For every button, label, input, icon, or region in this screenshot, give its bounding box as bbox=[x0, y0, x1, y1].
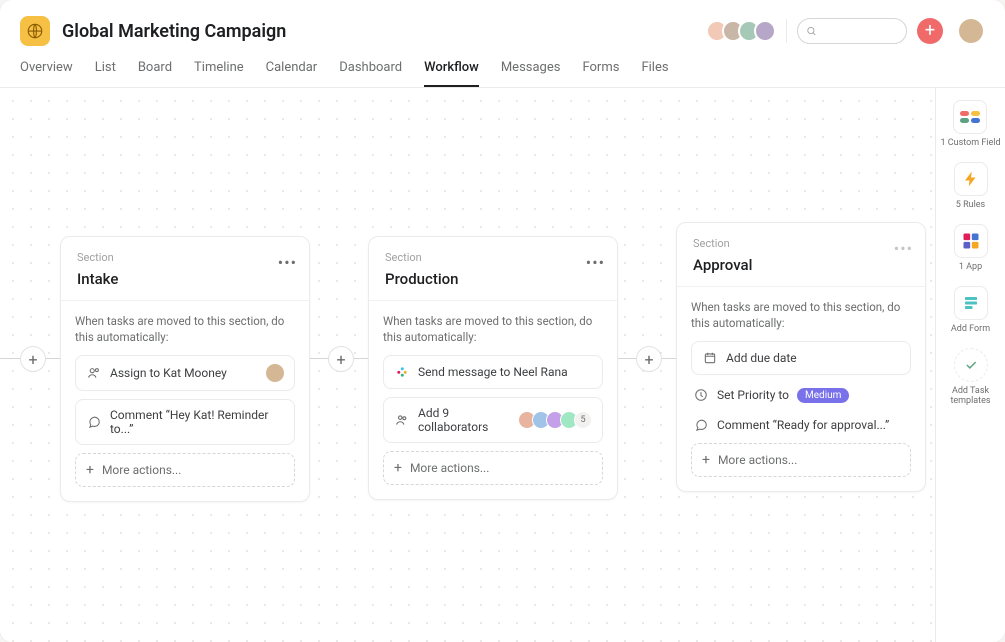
section-label: Section bbox=[693, 237, 909, 250]
sidebar-custom-field[interactable]: 1 Custom Field bbox=[940, 100, 1000, 148]
priority-icon bbox=[693, 387, 709, 403]
add-button[interactable]: + bbox=[917, 18, 943, 44]
tab-calendar[interactable]: Calendar bbox=[266, 60, 318, 87]
template-icon bbox=[954, 348, 988, 382]
app-window: Global Marketing Campaign + Overview bbox=[0, 0, 1005, 642]
rule-assign[interactable]: Assign to Kat Mooney bbox=[75, 355, 295, 391]
section-label: Section bbox=[77, 251, 293, 264]
bolt-icon bbox=[954, 162, 988, 196]
section-desc: When tasks are moved to this section, do… bbox=[691, 299, 911, 331]
rule-text: Add 9 collaborators bbox=[418, 406, 514, 434]
more-actions[interactable]: + More actions... bbox=[75, 453, 295, 487]
tab-board[interactable]: Board bbox=[138, 60, 172, 87]
rule-duedate[interactable]: Add due date bbox=[691, 341, 911, 375]
rule-collab[interactable]: Add 9 collaborators 5 bbox=[383, 397, 603, 443]
tab-dashboard[interactable]: Dashboard bbox=[339, 60, 402, 87]
comment-icon bbox=[693, 417, 709, 433]
rule-text: Set Priority to bbox=[717, 388, 789, 402]
rule-comment[interactable]: Comment “Ready for approval...” bbox=[691, 413, 911, 437]
section-desc: When tasks are moved to this section, do… bbox=[383, 313, 603, 345]
calendar-icon bbox=[702, 350, 718, 366]
custom-field-icon bbox=[953, 100, 987, 134]
collaborator-avatars[interactable] bbox=[712, 20, 776, 42]
sidebar-task-templates[interactable]: Add Task templates bbox=[936, 348, 1005, 406]
section-title: Approval bbox=[693, 256, 909, 274]
tab-timeline[interactable]: Timeline bbox=[194, 60, 244, 87]
more-actions[interactable]: + More actions... bbox=[691, 443, 911, 477]
rule-priority[interactable]: Set Priority to Medium bbox=[691, 383, 911, 407]
body: + + + Section Intake ••• When tasks are … bbox=[0, 88, 1005, 642]
collab-avatars: 5 bbox=[522, 411, 592, 429]
more-actions[interactable]: + More actions... bbox=[383, 451, 603, 485]
rule-text: Send message to Neel Rana bbox=[418, 365, 568, 379]
section-title: Intake bbox=[77, 270, 293, 288]
tab-list[interactable]: List bbox=[95, 60, 116, 87]
section-title: Production bbox=[385, 270, 601, 288]
sidebar-rules[interactable]: 5 Rules bbox=[954, 162, 988, 210]
section-label: Section bbox=[385, 251, 601, 264]
section-desc: When tasks are moved to this section, do… bbox=[75, 313, 295, 345]
section-menu-icon[interactable]: ••• bbox=[894, 239, 913, 258]
tabs: Overview List Board Timeline Calendar Da… bbox=[20, 60, 985, 87]
tab-files[interactable]: Files bbox=[641, 60, 668, 87]
comment-icon bbox=[86, 414, 102, 430]
section-intake: Section Intake ••• When tasks are moved … bbox=[60, 236, 310, 502]
header: Global Marketing Campaign + Overview bbox=[0, 0, 1005, 88]
workflow-canvas[interactable]: + + + Section Intake ••• When tasks are … bbox=[0, 88, 935, 642]
add-section-button[interactable]: + bbox=[328, 346, 354, 372]
rule-text: Assign to Kat Mooney bbox=[110, 366, 258, 380]
sidebar-apps[interactable]: 1 App bbox=[954, 224, 988, 272]
apps-icon bbox=[954, 224, 988, 258]
rule-slack[interactable]: Send message to Neel Rana bbox=[383, 355, 603, 389]
rule-text: Comment “Hey Kat! Reminder to...” bbox=[110, 408, 284, 436]
rule-text: Comment “Ready for approval...” bbox=[717, 418, 889, 432]
assignee-avatar bbox=[266, 364, 284, 382]
right-sidebar: 1 Custom Field 5 Rules 1 App Add Form bbox=[935, 88, 1005, 642]
section-production: Section Production ••• When tasks are mo… bbox=[368, 236, 618, 500]
section-approval: Section Approval ••• When tasks are move… bbox=[676, 222, 926, 492]
slack-icon bbox=[394, 364, 410, 380]
priority-badge: Medium bbox=[797, 388, 849, 403]
form-icon bbox=[954, 286, 988, 320]
rule-comment[interactable]: Comment “Hey Kat! Reminder to...” bbox=[75, 399, 295, 445]
project-title: Global Marketing Campaign bbox=[62, 21, 700, 42]
divider bbox=[786, 19, 787, 43]
add-section-button[interactable]: + bbox=[636, 346, 662, 372]
tab-workflow[interactable]: Workflow bbox=[424, 60, 479, 87]
rule-text: Add due date bbox=[726, 351, 797, 365]
sidebar-add-form[interactable]: Add Form bbox=[951, 286, 990, 334]
user-avatar[interactable] bbox=[957, 17, 985, 45]
search-icon bbox=[806, 25, 817, 37]
tab-overview[interactable]: Overview bbox=[20, 60, 73, 87]
add-section-button[interactable]: + bbox=[20, 346, 46, 372]
assign-icon bbox=[86, 365, 102, 381]
tab-messages[interactable]: Messages bbox=[501, 60, 561, 87]
section-menu-icon[interactable]: ••• bbox=[586, 253, 605, 272]
section-menu-icon[interactable]: ••• bbox=[278, 253, 297, 272]
search-input[interactable] bbox=[797, 18, 907, 44]
project-icon bbox=[20, 16, 50, 46]
tab-forms[interactable]: Forms bbox=[582, 60, 619, 87]
collaborators-icon bbox=[394, 412, 410, 428]
